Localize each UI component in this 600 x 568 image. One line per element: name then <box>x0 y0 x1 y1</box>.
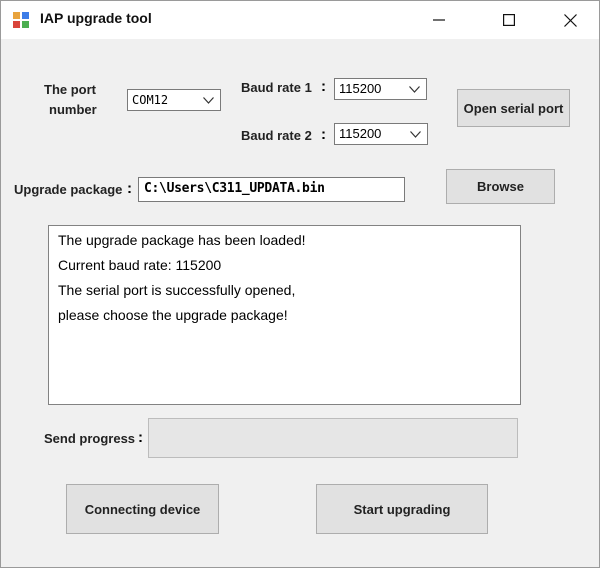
open-serial-port-button[interactable]: Open serial port <box>457 89 570 127</box>
log-line: please choose the upgrade package! <box>58 307 288 323</box>
baud-rate-2-colon: : <box>321 126 326 143</box>
port-select-value: COM12 <box>132 93 169 107</box>
connecting-device-button[interactable]: Connecting device <box>66 484 219 534</box>
upgrade-package-path-field[interactable]: C:\Users\C311_UPDATA.bin <box>138 177 405 202</box>
baud-rate-1-colon: : <box>321 78 326 95</box>
start-upgrading-button[interactable]: Start upgrading <box>316 484 488 534</box>
app-icon <box>13 12 29 28</box>
upgrade-package-colon: : <box>127 180 132 197</box>
maximize-icon <box>503 14 515 26</box>
chevron-down-icon <box>409 86 420 93</box>
chevron-down-icon <box>203 97 214 104</box>
log-line: Current baud rate: 115200 <box>58 257 222 273</box>
maximize-button[interactable] <box>486 1 532 39</box>
baud-rate-1-select[interactable]: 115200 <box>334 78 427 100</box>
baud-rate-2-label: Baud rate 2 <box>241 128 312 143</box>
log-line: The serial port is successfully opened, <box>58 282 296 298</box>
port-number-label-line1: The port <box>44 82 96 97</box>
minimize-button[interactable] <box>416 1 462 39</box>
close-button[interactable] <box>547 1 593 39</box>
window-title: IAP upgrade tool <box>40 10 152 26</box>
app-window: IAP upgrade tool The port number COM12 B… <box>0 0 600 568</box>
close-icon <box>563 13 577 27</box>
port-select[interactable]: COM12 <box>127 89 221 111</box>
minimize-icon <box>433 19 445 21</box>
send-progress-bar <box>148 418 518 458</box>
baud-rate-2-select[interactable]: 115200 <box>334 123 428 145</box>
send-progress-label: Send progress <box>44 431 136 446</box>
log-line: The upgrade package has been loaded! <box>58 232 306 248</box>
chevron-down-icon <box>410 131 421 138</box>
baud-rate-1-value: 115200 <box>339 81 382 96</box>
title-bar[interactable]: IAP upgrade tool <box>1 1 599 39</box>
baud-rate-2-value: 115200 <box>339 126 382 141</box>
browse-button[interactable]: Browse <box>446 169 555 204</box>
upgrade-package-label: Upgrade package <box>14 182 123 197</box>
baud-rate-1-label: Baud rate 1 <box>241 80 312 95</box>
status-log[interactable]: The upgrade package has been loaded! Cur… <box>48 225 521 405</box>
upgrade-package-path: C:\Users\C311_UPDATA.bin <box>144 181 325 196</box>
send-progress-colon: : <box>138 429 143 446</box>
port-number-label-line2: number <box>49 102 97 117</box>
